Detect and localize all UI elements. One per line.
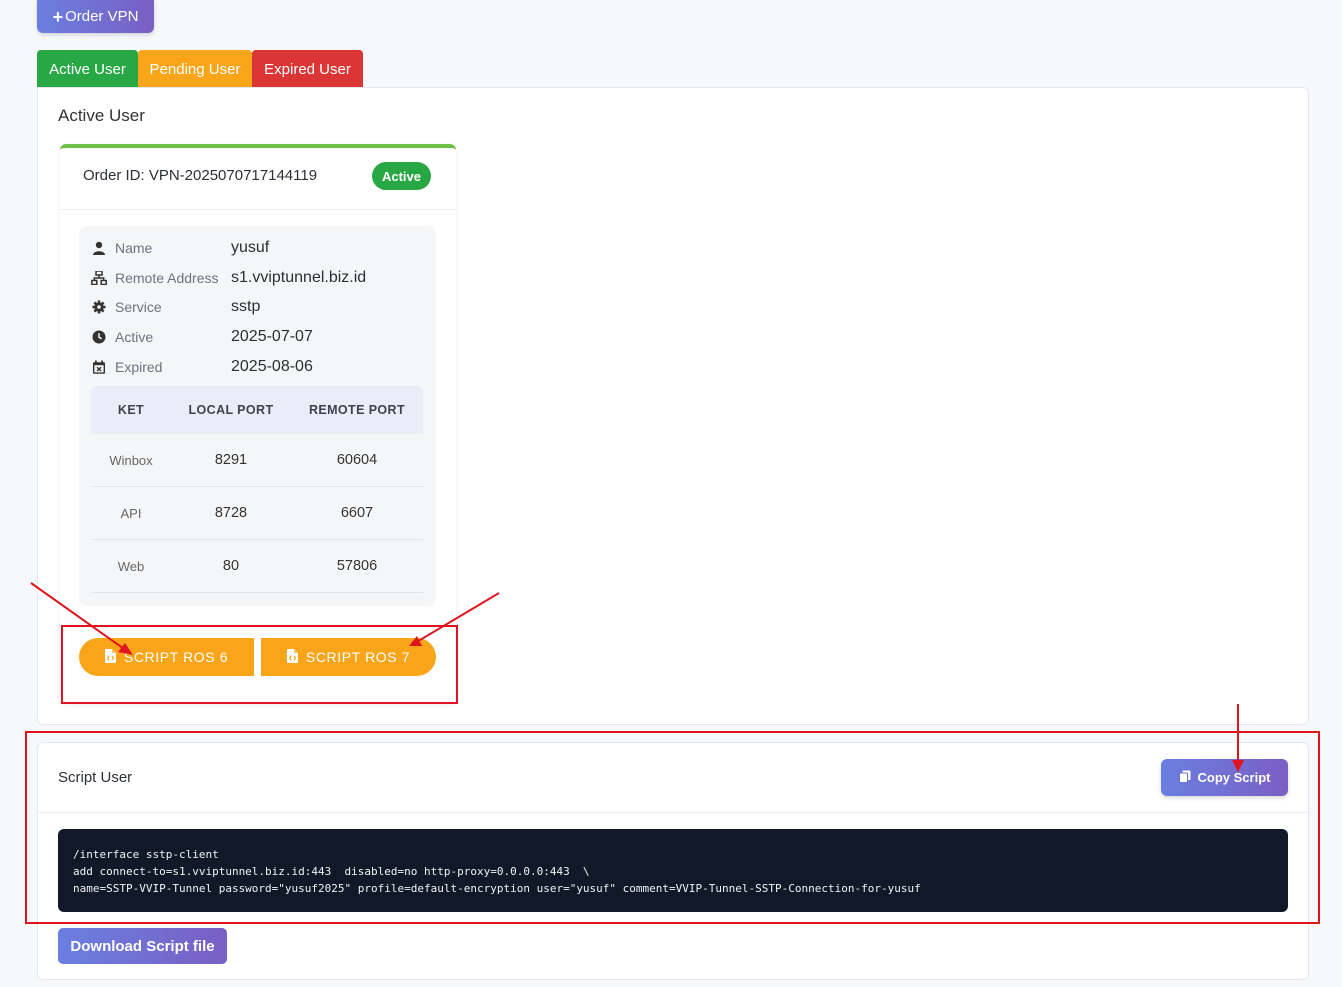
table-cell: Winbox [109, 452, 153, 468]
gear-icon [91, 299, 107, 315]
info-label: Active [115, 329, 154, 345]
table-cell: 8728 [214, 505, 248, 521]
annotation-box-script-section [25, 731, 1320, 924]
table-cell: API [120, 505, 142, 521]
table-cell: Web [117, 558, 145, 574]
table-row: Winbox 8291 60604 [91, 434, 423, 487]
table-cell: 80 [222, 558, 240, 574]
order-id: Order ID: VPN-2025070717144119 [83, 167, 318, 184]
column-header: LOCAL PORT [188, 403, 274, 417]
tab-active-user[interactable]: Active User [37, 50, 138, 88]
table-cell: 6607 [340, 505, 374, 521]
table-row: API 8728 6607 [91, 487, 423, 540]
ports-table-header: KET LOCAL PORT REMOTE PORT [91, 386, 423, 434]
network-icon [91, 270, 107, 286]
info-value: 2025-07-07 [231, 328, 313, 345]
info-label: Remote Address [115, 270, 219, 286]
info-label: Name [115, 240, 153, 256]
info-row-remote-address: Remote Address s1.vviptunnel.biz.id [91, 266, 366, 290]
info-value: yusuf [231, 239, 270, 256]
table-cell: 57806 [336, 558, 378, 574]
column-header: KET [117, 403, 145, 417]
ports-table: KET LOCAL PORT REMOTE PORT Winbox 8291 6… [91, 386, 423, 593]
tab-pending-user[interactable]: Pending User [138, 50, 252, 88]
order-vpn-button[interactable]: + Order VPN [37, 0, 154, 33]
info-value: sstp [231, 298, 261, 315]
calendar-x-icon [91, 359, 107, 375]
info-row-name: Name yusuf [91, 236, 269, 260]
status-badge: Active [372, 162, 431, 190]
plus-icon: + [52, 6, 64, 27]
info-label: Expired [115, 359, 163, 375]
info-row-expired: Expired 2025-08-06 [91, 355, 313, 379]
order-vpn-label: Order VPN [65, 8, 139, 25]
info-value: 2025-08-06 [231, 358, 313, 375]
info-row-service: Service sstp [91, 295, 260, 319]
annotation-box-script-buttons [61, 625, 458, 704]
table-cell: 8291 [214, 452, 248, 468]
column-header: REMOTE PORT [308, 403, 406, 417]
download-script-button[interactable]: Download Script file [58, 928, 227, 964]
clock-icon [91, 329, 107, 345]
table-row: Web 80 57806 [91, 540, 423, 593]
info-label: Service [115, 299, 162, 315]
user-icon [91, 240, 107, 256]
table-cell: 60604 [336, 452, 378, 468]
info-value: s1.vviptunnel.biz.id [231, 269, 367, 286]
panel-title: Active User [58, 106, 145, 125]
info-row-active: Active 2025-07-07 [91, 325, 313, 349]
tab-expired-user[interactable]: Expired User [252, 50, 363, 88]
